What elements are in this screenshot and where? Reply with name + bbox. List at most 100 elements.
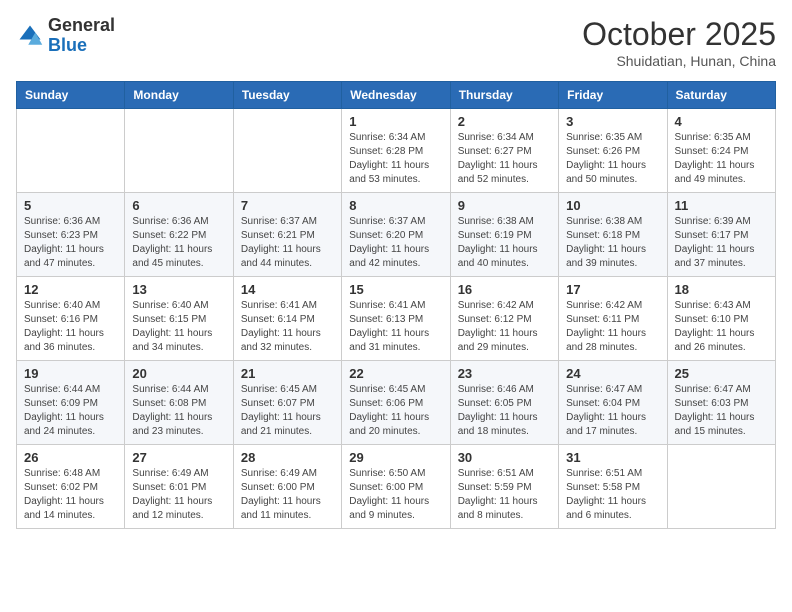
calendar-cell <box>233 109 341 193</box>
day-number: 2 <box>458 114 551 129</box>
month-title: October 2025 <box>582 16 776 53</box>
day-info: Sunrise: 6:34 AM Sunset: 6:27 PM Dayligh… <box>458 131 551 187</box>
day-number: 18 <box>675 282 768 297</box>
day-number: 10 <box>566 198 659 213</box>
calendar-table: SundayMondayTuesdayWednesdayThursdayFrid… <box>16 81 776 529</box>
day-info: Sunrise: 6:45 AM Sunset: 6:07 PM Dayligh… <box>241 383 334 439</box>
day-number: 22 <box>349 366 442 381</box>
day-header-wednesday: Wednesday <box>342 82 450 109</box>
title-block: October 2025 Shuidatian, Hunan, China <box>582 16 776 69</box>
calendar-cell: 6 Sunrise: 6:36 AM Sunset: 6:22 PM Daylig… <box>125 193 233 277</box>
calendar-cell: 16 Sunrise: 6:42 AM Sunset: 6:12 PM Dayli… <box>450 277 558 361</box>
calendar-header-row: SundayMondayTuesdayWednesdayThursdayFrid… <box>17 82 776 109</box>
page-header: General Blue October 2025 Shuidatian, Hu… <box>16 16 776 69</box>
calendar-cell: 27Sunrise: 6:49 AM Sunset: 6:01 PM Dayli… <box>125 445 233 529</box>
day-info: Sunrise: 6:35 AM Sunset: 6:24 PM Dayligh… <box>675 131 768 187</box>
day-number: 4 <box>675 114 768 129</box>
day-number: 28 <box>241 450 334 465</box>
calendar-cell: 26 Sunrise: 6:48 AM Sunset: 6:02 PM Dayli… <box>17 445 125 529</box>
calendar-cell: 5Sunrise: 6:36 AM Sunset: 6:23 PM Daylig… <box>17 193 125 277</box>
calendar-cell: 28 Sunrise: 6:49 AM Sunset: 6:00 PM Dayli… <box>233 445 341 529</box>
day-number: 17 <box>566 282 659 297</box>
calendar-cell: 31Sunrise: 6:51 AM Sunset: 5:58 PM Dayli… <box>559 445 667 529</box>
calendar-cell: 13 Sunrise: 6:40 AM Sunset: 6:15 PM Dayli… <box>125 277 233 361</box>
calendar-cell: 10 Sunrise: 6:38 AM Sunset: 6:18 PM Dayli… <box>559 193 667 277</box>
calendar-cell: 30 Sunrise: 6:51 AM Sunset: 5:59 PM Dayli… <box>450 445 558 529</box>
day-info: Sunrise: 6:40 AM Sunset: 6:16 PM Dayligh… <box>24 299 117 355</box>
day-info: Sunrise: 6:39 AM Sunset: 6:17 PM Dayligh… <box>675 215 768 271</box>
day-number: 27 <box>132 450 225 465</box>
calendar-cell: 24Sunrise: 6:47 AM Sunset: 6:04 PM Dayli… <box>559 361 667 445</box>
calendar-cell: 18 Sunrise: 6:43 AM Sunset: 6:10 PM Dayli… <box>667 277 775 361</box>
day-info: Sunrise: 6:36 AM Sunset: 6:22 PM Dayligh… <box>132 215 225 271</box>
calendar-cell: 2 Sunrise: 6:34 AM Sunset: 6:27 PM Daylig… <box>450 109 558 193</box>
day-info: Sunrise: 6:35 AM Sunset: 6:26 PM Dayligh… <box>566 131 659 187</box>
day-number: 12 <box>24 282 117 297</box>
calendar-cell: 8 Sunrise: 6:37 AM Sunset: 6:20 PM Daylig… <box>342 193 450 277</box>
day-info: Sunrise: 6:46 AM Sunset: 6:05 PM Dayligh… <box>458 383 551 439</box>
day-info: Sunrise: 6:37 AM Sunset: 6:20 PM Dayligh… <box>349 215 442 271</box>
calendar-cell: 12 Sunrise: 6:40 AM Sunset: 6:16 PM Dayli… <box>17 277 125 361</box>
calendar-cell: 9 Sunrise: 6:38 AM Sunset: 6:19 PM Daylig… <box>450 193 558 277</box>
day-info: Sunrise: 6:41 AM Sunset: 6:13 PM Dayligh… <box>349 299 442 355</box>
day-info: Sunrise: 6:44 AM Sunset: 6:09 PM Dayligh… <box>24 383 117 439</box>
day-number: 11 <box>675 198 768 213</box>
day-info: Sunrise: 6:42 AM Sunset: 6:12 PM Dayligh… <box>458 299 551 355</box>
calendar-cell <box>125 109 233 193</box>
calendar-week-row: 19 Sunrise: 6:44 AM Sunset: 6:09 PM Dayli… <box>17 361 776 445</box>
day-header-sunday: Sunday <box>17 82 125 109</box>
calendar-week-row: 26 Sunrise: 6:48 AM Sunset: 6:02 PM Dayli… <box>17 445 776 529</box>
day-info: Sunrise: 6:36 AM Sunset: 6:23 PM Dayligh… <box>24 215 117 271</box>
calendar-cell: 7 Sunrise: 6:37 AM Sunset: 6:21 PM Daylig… <box>233 193 341 277</box>
day-number: 31 <box>566 450 659 465</box>
day-number: 7 <box>241 198 334 213</box>
day-info: Sunrise: 6:48 AM Sunset: 6:02 PM Dayligh… <box>24 467 117 523</box>
calendar-cell: 29Sunrise: 6:50 AM Sunset: 6:00 PM Dayli… <box>342 445 450 529</box>
calendar-cell: 14 Sunrise: 6:41 AM Sunset: 6:14 PM Dayli… <box>233 277 341 361</box>
day-info: Sunrise: 6:34 AM Sunset: 6:28 PM Dayligh… <box>349 131 442 187</box>
calendar-cell: 4 Sunrise: 6:35 AM Sunset: 6:24 PM Daylig… <box>667 109 775 193</box>
day-number: 20 <box>132 366 225 381</box>
day-number: 30 <box>458 450 551 465</box>
logo: General Blue <box>16 16 115 56</box>
day-info: Sunrise: 6:41 AM Sunset: 6:14 PM Dayligh… <box>241 299 334 355</box>
day-number: 13 <box>132 282 225 297</box>
day-info: Sunrise: 6:42 AM Sunset: 6:11 PM Dayligh… <box>566 299 659 355</box>
day-number: 3 <box>566 114 659 129</box>
day-number: 8 <box>349 198 442 213</box>
day-info: Sunrise: 6:45 AM Sunset: 6:06 PM Dayligh… <box>349 383 442 439</box>
day-number: 16 <box>458 282 551 297</box>
day-info: Sunrise: 6:38 AM Sunset: 6:19 PM Dayligh… <box>458 215 551 271</box>
day-info: Sunrise: 6:49 AM Sunset: 6:00 PM Dayligh… <box>241 467 334 523</box>
day-header-monday: Monday <box>125 82 233 109</box>
day-info: Sunrise: 6:47 AM Sunset: 6:03 PM Dayligh… <box>675 383 768 439</box>
day-number: 19 <box>24 366 117 381</box>
day-number: 23 <box>458 366 551 381</box>
calendar-cell: 19 Sunrise: 6:44 AM Sunset: 6:09 PM Dayli… <box>17 361 125 445</box>
calendar-week-row: 1Sunrise: 6:34 AM Sunset: 6:28 PM Daylig… <box>17 109 776 193</box>
day-number: 6 <box>132 198 225 213</box>
calendar-cell: 22 Sunrise: 6:45 AM Sunset: 6:06 PM Dayli… <box>342 361 450 445</box>
day-info: Sunrise: 6:38 AM Sunset: 6:18 PM Dayligh… <box>566 215 659 271</box>
day-info: Sunrise: 6:40 AM Sunset: 6:15 PM Dayligh… <box>132 299 225 355</box>
day-number: 26 <box>24 450 117 465</box>
calendar-cell: 1Sunrise: 6:34 AM Sunset: 6:28 PM Daylig… <box>342 109 450 193</box>
calendar-week-row: 5Sunrise: 6:36 AM Sunset: 6:23 PM Daylig… <box>17 193 776 277</box>
day-number: 15 <box>349 282 442 297</box>
location-subtitle: Shuidatian, Hunan, China <box>582 53 776 69</box>
day-header-thursday: Thursday <box>450 82 558 109</box>
day-number: 14 <box>241 282 334 297</box>
day-number: 29 <box>349 450 442 465</box>
day-info: Sunrise: 6:47 AM Sunset: 6:04 PM Dayligh… <box>566 383 659 439</box>
day-info: Sunrise: 6:37 AM Sunset: 6:21 PM Dayligh… <box>241 215 334 271</box>
day-info: Sunrise: 6:51 AM Sunset: 5:59 PM Dayligh… <box>458 467 551 523</box>
day-number: 9 <box>458 198 551 213</box>
day-info: Sunrise: 6:43 AM Sunset: 6:10 PM Dayligh… <box>675 299 768 355</box>
calendar-cell: 17 Sunrise: 6:42 AM Sunset: 6:11 PM Dayli… <box>559 277 667 361</box>
logo-icon <box>16 22 44 50</box>
calendar-cell: 25 Sunrise: 6:47 AM Sunset: 6:03 PM Dayli… <box>667 361 775 445</box>
day-number: 25 <box>675 366 768 381</box>
logo-text: General Blue <box>48 16 115 56</box>
day-number: 21 <box>241 366 334 381</box>
calendar-cell: 11 Sunrise: 6:39 AM Sunset: 6:17 PM Dayli… <box>667 193 775 277</box>
